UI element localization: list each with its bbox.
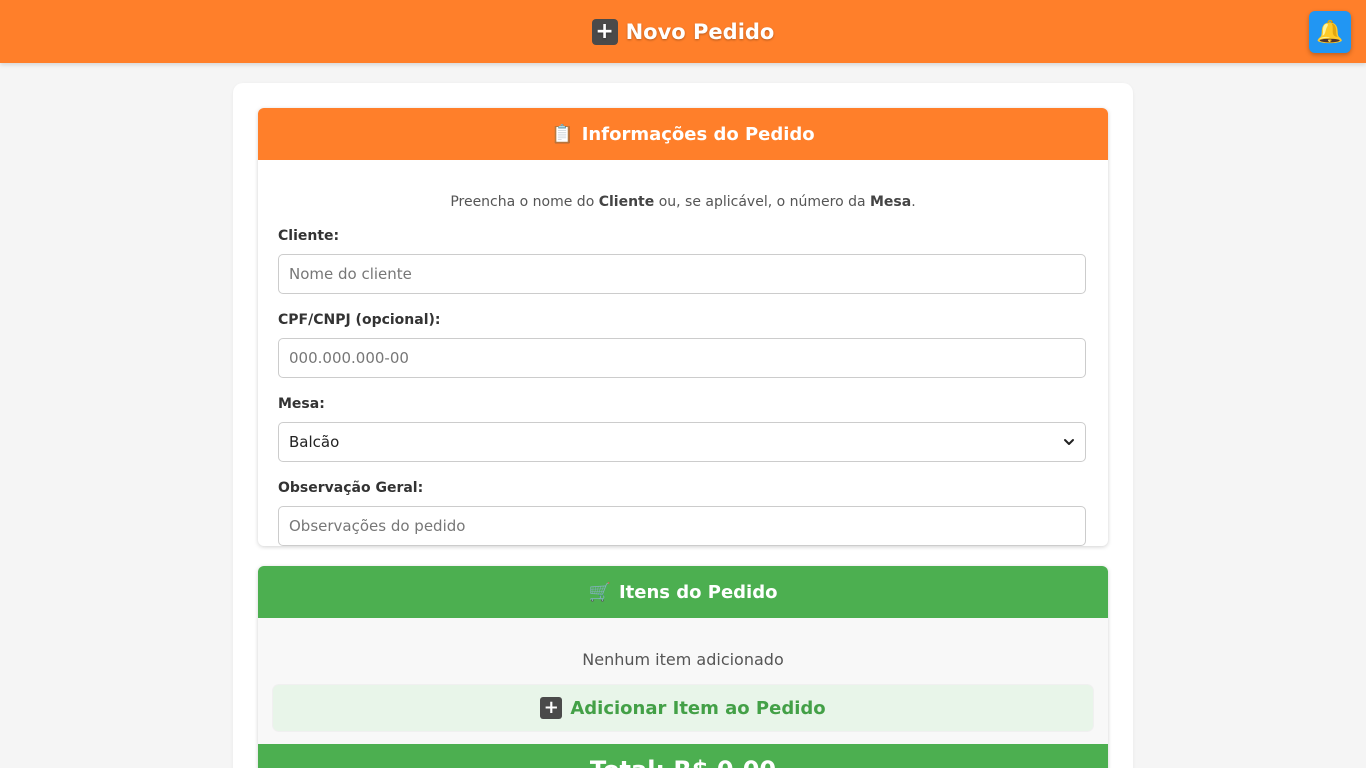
chevron-down-icon <box>1064 439 1074 445</box>
plus-icon: + <box>591 18 618 45</box>
order-info-title: Informações do Pedido <box>581 123 815 145</box>
mesa-label: Mesa: <box>278 396 325 412</box>
observacao-label: Observação Geral: <box>278 480 424 496</box>
cpf-label: CPF/CNPJ (opcional): <box>278 312 441 328</box>
mesa-selected-value: Balcão <box>289 433 340 451</box>
order-form: Cliente: CPF/CNPJ (opcional): Mesa: Balc… <box>258 228 1108 546</box>
add-item-label: Adicionar Item ao Pedido <box>570 697 826 719</box>
form-hint: Preencha o nome do Cliente ou, se aplicá… <box>450 194 916 210</box>
order-items-title: Itens do Pedido <box>618 581 778 603</box>
cliente-label: Cliente: <box>278 228 340 244</box>
total-label: Total: R$ 0,00 <box>590 756 776 768</box>
bell-icon: 🔔 <box>1316 19 1344 45</box>
top-bar: + Novo Pedido 🔔 <box>0 0 1366 63</box>
notifications-button[interactable]: 🔔 <box>1309 11 1351 53</box>
order-items-card: 🛒 Itens do Pedido Nenhum item adicionado… <box>258 566 1108 768</box>
cart-icon: 🛒 <box>588 581 611 603</box>
add-item-button[interactable]: + Adicionar Item ao Pedido <box>273 685 1093 731</box>
empty-items-message: Nenhum item adicionado <box>582 650 784 669</box>
cliente-input[interactable] <box>278 254 1086 294</box>
page-title: + Novo Pedido <box>591 18 775 45</box>
order-info-header: 📋 Informações do Pedido <box>258 108 1108 160</box>
main-container: 📋 Informações do Pedido Preencha o nome … <box>233 83 1133 768</box>
cpf-input[interactable] <box>278 338 1086 378</box>
page-title-text: Novo Pedido <box>625 19 775 44</box>
order-info-card: 📋 Informações do Pedido Preencha o nome … <box>258 108 1108 546</box>
order-total: Total: R$ 0,00 <box>258 744 1108 768</box>
order-items-header: 🛒 Itens do Pedido <box>258 566 1108 618</box>
mesa-select[interactable]: Balcão <box>278 422 1086 462</box>
clipboard-icon: 📋 <box>551 123 574 145</box>
observacao-input[interactable] <box>278 506 1086 546</box>
plus-icon: + <box>540 697 563 719</box>
